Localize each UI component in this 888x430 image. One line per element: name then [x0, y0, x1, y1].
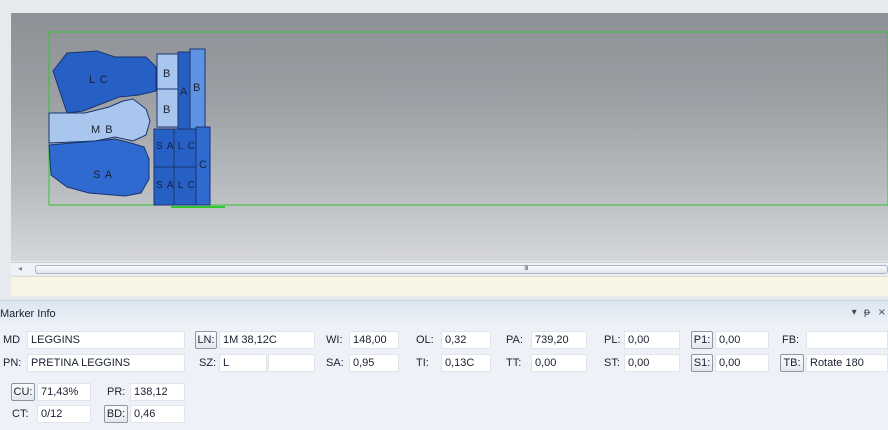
s1-field[interactable]: 0,00 [715, 354, 769, 372]
tt-field[interactable]: 0,00 [531, 354, 587, 372]
pr-label: PR: [107, 386, 126, 398]
cu-button[interactable]: CU: [11, 383, 35, 401]
fb-field[interactable] [806, 331, 888, 349]
tb-field[interactable]: Rotate 180 [806, 354, 888, 372]
ol-field[interactable]: 0,32 [441, 331, 491, 349]
pl-field[interactable]: 0,00 [624, 331, 680, 349]
ti-field[interactable]: 0,13C [441, 354, 491, 372]
ln-field[interactable]: 1M 38,12C [219, 331, 315, 349]
pa-label: PA: [506, 334, 523, 346]
horizontal-scrollbar[interactable]: ◂ ııı [11, 262, 888, 275]
tb-button[interactable]: TB: [780, 354, 804, 372]
ol-label: OL: [416, 334, 434, 346]
st-label: ST: [604, 357, 620, 369]
wi-label: WI: [326, 334, 343, 346]
sa-label: SA: [326, 357, 344, 369]
marker-canvas[interactable]: L C M B S A B B A B S A L C S A L C C [11, 13, 888, 261]
marker-layout [48, 31, 888, 208]
piece-label-c: C [199, 159, 207, 171]
status-strip [11, 276, 888, 296]
scroll-left-icon[interactable]: ◂ [15, 264, 25, 274]
piece-label-mb: M B [91, 124, 114, 136]
wi-field[interactable]: 148,00 [349, 331, 399, 349]
marker-view: L C M B S A B B A B S A L C S A L C C ◂ … [0, 0, 888, 300]
piece-label-b3: B [193, 82, 201, 94]
p1-field[interactable]: 0,00 [715, 331, 769, 349]
pr-field[interactable]: 138,12 [130, 383, 185, 401]
piece-label-b2: B [163, 104, 171, 116]
tt-label: TT: [506, 357, 522, 369]
ct-label: CT: [12, 408, 29, 420]
fb-label: FB: [782, 334, 800, 346]
piece-label-salc2: S A L C [156, 180, 196, 191]
md-label: MD [3, 334, 21, 346]
bd-button[interactable]: BD: [104, 405, 128, 423]
panel-title: Marker Info [0, 308, 56, 320]
piece-label-a: A [180, 86, 188, 98]
pn-field[interactable]: PRETINA LEGGINS [27, 354, 185, 372]
cu-field[interactable]: 71,43% [37, 383, 91, 401]
st-field[interactable]: 0,00 [624, 354, 680, 372]
marker-info-panel: Marker Info ▾ ᵽ × MD LEGGINS LN: 1M 38,1… [0, 300, 888, 430]
panel-header: Marker Info ▾ ᵽ × [0, 301, 888, 327]
sz-label: SZ: [199, 357, 217, 369]
p1-button[interactable]: P1: [691, 331, 713, 349]
piece-label-b1: B [163, 68, 171, 80]
sz-field[interactable]: L [219, 354, 267, 372]
pa-field[interactable]: 739,20 [531, 331, 587, 349]
piece-label-salc1: S A L C [156, 141, 196, 152]
sa-field[interactable]: 0,95 [349, 354, 399, 372]
scrollbar-thumb[interactable]: ııı [35, 263, 888, 274]
ti-label: TI: [416, 357, 429, 369]
md-field[interactable]: LEGGINS [27, 331, 185, 349]
pn-label: PN: [3, 357, 22, 369]
pl-label: PL: [604, 334, 621, 346]
piece-label-lc: L C [89, 74, 109, 86]
ln-button[interactable]: LN: [195, 331, 217, 349]
panel-window-controls[interactable]: ▾ ᵽ × [852, 307, 888, 318]
s1-button[interactable]: S1: [691, 354, 713, 372]
bd-field[interactable]: 0,46 [130, 405, 185, 423]
ct-field[interactable]: 0/12 [37, 405, 91, 423]
sz-field-extra[interactable] [268, 354, 315, 372]
piece-label-sa: S A [93, 169, 114, 181]
grip-icon: ııı [524, 263, 529, 272]
